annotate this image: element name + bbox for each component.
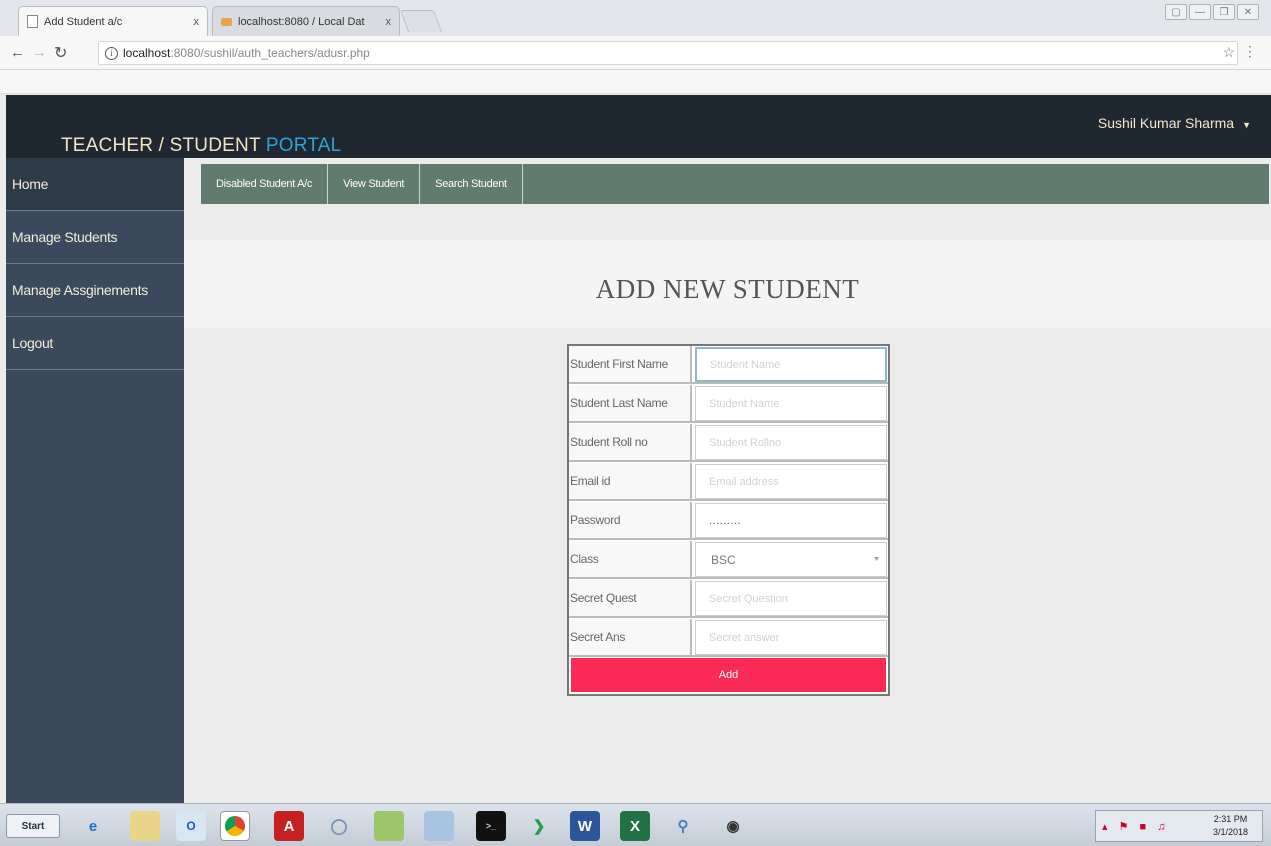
tab-title: localhost:8080 / Local Dat — [238, 15, 365, 28]
last-name-input[interactable] — [695, 386, 887, 421]
title-band: ADD NEW STUDENT — [184, 240, 1271, 328]
user-menu[interactable]: Sushil Kumar Sharma ▼ — [1098, 115, 1251, 131]
bookmark-bar — [0, 70, 1271, 94]
sidebar-item-label: Logout — [12, 335, 54, 351]
secret-ans-label: Secret Ans — [569, 619, 692, 655]
window-controls: ▢ — ❐ ✕ — [1165, 4, 1259, 20]
clock-date: 3/1/2018 — [1212, 827, 1248, 837]
roll-no-label: Student Roll no — [569, 424, 692, 460]
sidebar-item-label: Manage Assginements — [12, 282, 148, 298]
page-title: ADD NEW STUDENT — [595, 274, 860, 304]
first-name-input[interactable] — [695, 347, 887, 382]
add-student-form: Student First Name Student Last Name Stu… — [567, 344, 890, 696]
form-row-email: Email id — [569, 463, 888, 501]
notepad-icon[interactable] — [424, 811, 454, 841]
class-selected-value: BSC — [711, 552, 736, 567]
back-icon[interactable]: ← — [10, 44, 25, 61]
outlook-icon[interactable]: O — [176, 811, 206, 841]
browser-tab-phpmyadmin[interactable]: localhost:8080 / Local Dat x — [212, 6, 400, 36]
folder-icon[interactable] — [130, 811, 160, 841]
minimize-icon[interactable]: — — [1189, 4, 1211, 20]
secret-quest-label: Secret Quest — [569, 580, 692, 616]
forward-icon[interactable]: → — [32, 44, 47, 61]
clock-time: 2:31 PM — [1213, 814, 1248, 824]
menu-kebab-icon[interactable]: ⋮ — [1243, 43, 1257, 60]
media-icon[interactable]: ◉ — [718, 811, 748, 841]
sub-navigation: Disabled Student A/c View Student Search… — [201, 164, 1269, 204]
password-label: Password — [569, 502, 692, 538]
user-name: Sushil Kumar Sharma — [1097, 115, 1235, 131]
subnav-view-student[interactable]: View Student — [328, 164, 421, 204]
form-row-secret-quest: Secret Quest — [569, 580, 888, 618]
sidebar-item-label: Manage Students — [12, 229, 118, 245]
class-label: Class — [569, 541, 692, 577]
excel-icon[interactable]: X — [620, 811, 650, 841]
chrome-icon[interactable] — [220, 811, 250, 841]
tab-close-icon[interactable]: x — [386, 16, 392, 28]
secret-answer-input[interactable] — [695, 620, 887, 655]
last-name-label: Student Last Name — [569, 385, 692, 421]
subnav-search-student[interactable]: Search Student — [420, 164, 523, 204]
brand-logo[interactable]: TEACHER / STUDENT PORTAL — [61, 135, 341, 157]
sidebar-item-home[interactable]: Home — [6, 158, 184, 211]
form-row-last-name: Student Last Name — [569, 385, 888, 423]
select-caret-icon: ▼ — [873, 556, 880, 563]
sidebar: Home Manage Students Manage Assginements… — [6, 158, 184, 803]
form-row-roll-no: Student Roll no — [569, 424, 888, 462]
caret-down-icon: ▼ — [1242, 120, 1251, 130]
tray-icons[interactable]: ▴ ⚑ ■ ♫ — [1102, 820, 1169, 833]
ie-icon[interactable]: e — [78, 811, 108, 841]
sidebar-item-manage-students[interactable]: Manage Students — [6, 211, 184, 264]
sidebar-item-label: Home — [12, 176, 49, 192]
word-icon[interactable]: W — [570, 811, 600, 841]
form-row-password: Password — [569, 502, 888, 540]
form-row-first-name: Student First Name — [569, 346, 888, 384]
password-input[interactable] — [695, 503, 887, 538]
browser-tabstrip: Add Student a/c x localhost:8080 / Local… — [0, 0, 1271, 36]
url-host: localhost — [123, 46, 171, 60]
vscode-icon[interactable]: ❯ — [524, 811, 554, 841]
bookmark-star-icon[interactable]: ☆ — [1222, 44, 1235, 61]
class-select[interactable]: BSC ▼ — [695, 542, 887, 577]
close-window-icon[interactable]: ✕ — [1237, 4, 1259, 20]
tab-close-icon[interactable]: x — [194, 16, 200, 28]
info-icon[interactable]: i — [105, 46, 118, 60]
start-button[interactable]: Start — [6, 814, 60, 838]
email-input[interactable] — [695, 464, 887, 499]
sidebar-item-logout[interactable]: Logout — [6, 317, 184, 370]
start-label: Start — [21, 820, 45, 832]
taskbar: Start e O A ◯ >_ ❯ W X ⚲ ◉ ▴ ⚑ ■ ♫ 2:31 … — [0, 803, 1271, 846]
subnav-disabled-student[interactable]: Disabled Student A/c — [201, 164, 329, 204]
add-button[interactable]: Add — [571, 658, 886, 692]
app-icon[interactable] — [374, 811, 404, 841]
tab-title: Add Student a/c — [44, 15, 123, 28]
email-label: Email id — [569, 463, 692, 499]
acrobat-icon[interactable]: A — [274, 811, 304, 841]
site-header: TEACHER / STUDENT PORTAL Sushil Kumar Sh… — [6, 95, 1271, 158]
browser-toolbar: ← → ↻ i localhost :8080/sushil/auth_teac… — [0, 36, 1271, 70]
terminal-icon[interactable]: >_ — [476, 811, 506, 841]
clock[interactable]: 2:31 PM 3/1/2018 — [1213, 813, 1248, 839]
database-icon — [221, 17, 232, 26]
sidebar-item-manage-assignments[interactable]: Manage Assginements — [6, 264, 184, 317]
first-name-label: Student First Name — [569, 346, 692, 382]
secret-question-input[interactable] — [695, 581, 887, 616]
user-icon[interactable]: ▢ — [1165, 4, 1187, 20]
brand-accent: PORTAL — [265, 135, 342, 156]
cd-icon[interactable]: ◯ — [324, 811, 354, 841]
system-tray: ▴ ⚑ ■ ♫ 2:31 PM 3/1/2018 — [1095, 810, 1263, 842]
url-path: :8080/sushil/auth_teachers/adusr.php — [170, 46, 370, 60]
form-row-class: Class BSC ▼ — [569, 541, 888, 579]
form-row-secret-ans: Secret Ans — [569, 619, 888, 657]
reload-icon[interactable]: ↻ — [54, 43, 67, 63]
roll-no-input[interactable] — [695, 425, 887, 460]
browser-tab-active[interactable]: Add Student a/c x — [18, 6, 208, 36]
brand-main: TEACHER / STUDENT — [61, 135, 261, 156]
search-icon[interactable]: ⚲ — [668, 811, 698, 841]
address-bar[interactable]: i localhost :8080/sushil/auth_teachers/a… — [98, 41, 1238, 65]
main-content: Disabled Student A/c View Student Search… — [184, 158, 1271, 803]
restore-icon[interactable]: ❐ — [1213, 4, 1235, 20]
page-icon — [27, 15, 38, 28]
new-tab-button[interactable] — [399, 10, 443, 32]
